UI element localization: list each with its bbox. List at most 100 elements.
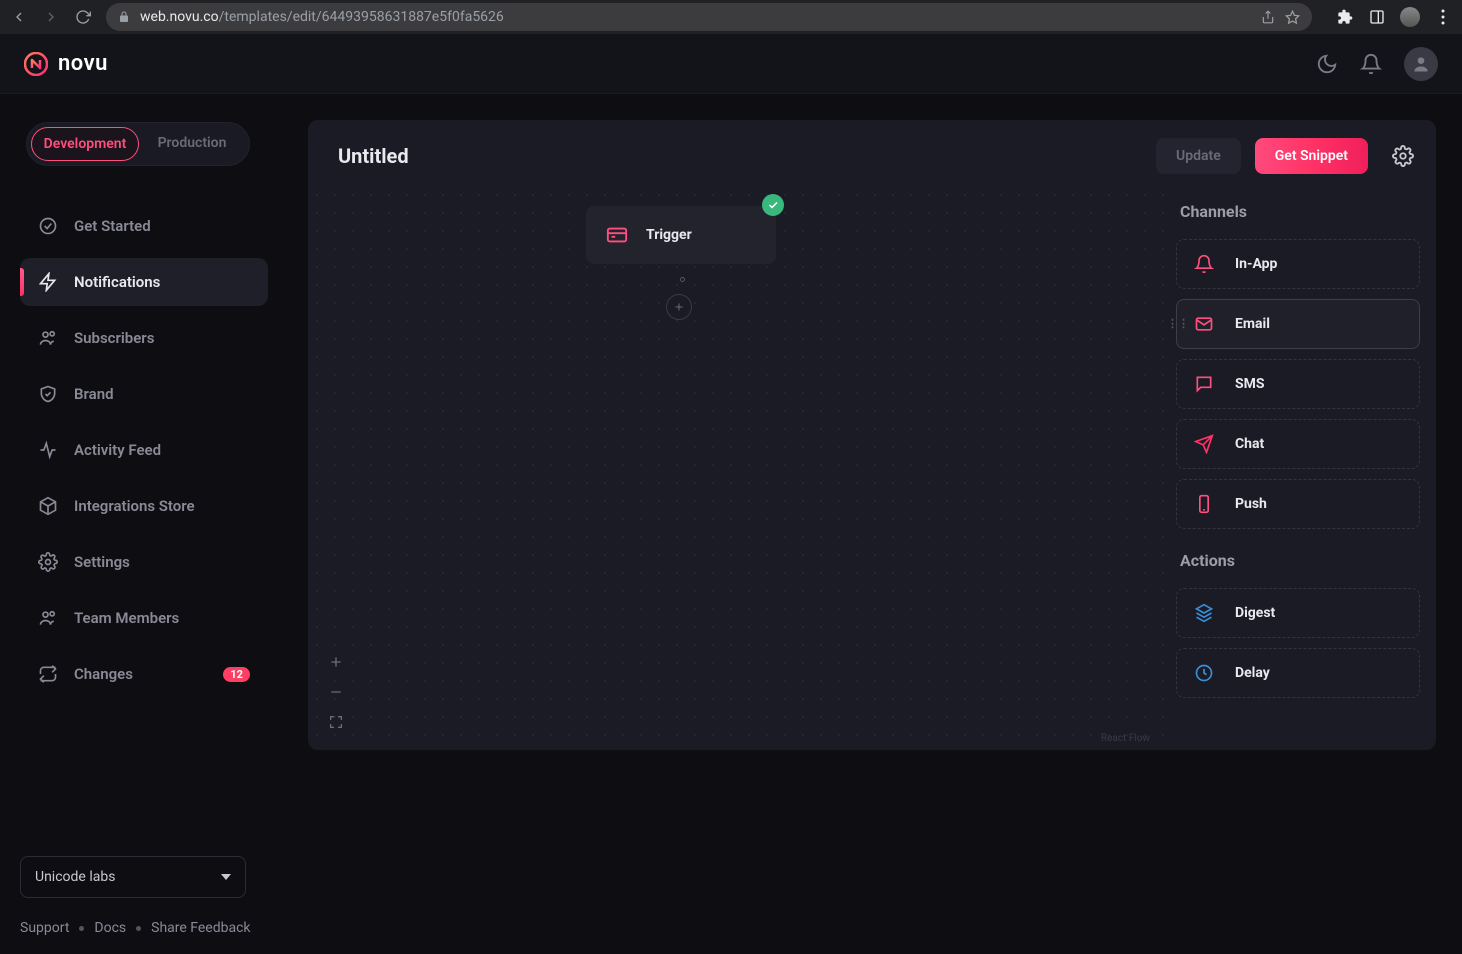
separator-dot	[136, 926, 141, 931]
sidebar-item-integrations-store[interactable]: Integrations Store	[20, 482, 268, 530]
logo[interactable]: novu	[24, 51, 108, 76]
sidebar-item-label: Settings	[74, 553, 130, 571]
sidebar-item-team-members[interactable]: Team Members	[20, 594, 268, 642]
sidebar-item-settings[interactable]: Settings	[20, 538, 268, 586]
shield-icon	[38, 384, 58, 404]
sidebar: Development Production Get Started Notif…	[0, 94, 288, 954]
sidebar-item-label: Brand	[74, 385, 114, 403]
drag-grip-icon: ⋮⋮	[1167, 322, 1189, 326]
action-digest[interactable]: Digest	[1176, 588, 1420, 638]
bell-icon	[1193, 253, 1215, 275]
browser-url-bar[interactable]: web.novu.co/templates/edit/6449395863188…	[106, 3, 1312, 31]
channel-label: SMS	[1235, 376, 1265, 392]
box-icon	[38, 496, 58, 516]
sidebar-item-subscribers[interactable]: Subscribers	[20, 314, 268, 362]
fullscreen-button[interactable]	[326, 712, 346, 732]
logo-text: novu	[58, 51, 108, 76]
chat-bubble-icon	[1193, 373, 1215, 395]
lock-icon	[118, 11, 130, 23]
users-icon	[38, 328, 58, 348]
env-production[interactable]: Production	[139, 127, 245, 161]
activity-icon	[38, 440, 58, 460]
check-circle-icon	[38, 216, 58, 236]
action-label: Digest	[1235, 605, 1275, 621]
react-flow-attribution: React Flow	[1101, 733, 1150, 744]
trigger-node[interactable]: Trigger	[586, 206, 776, 264]
mobile-icon	[1193, 493, 1215, 515]
sidebar-item-changes[interactable]: Changes 12	[20, 650, 268, 698]
gear-icon	[38, 552, 58, 572]
browser-menu-icon[interactable]	[1434, 8, 1452, 26]
zoom-out-button[interactable]	[326, 682, 346, 702]
send-icon	[1193, 433, 1215, 455]
browser-reload-button[interactable]	[74, 8, 92, 26]
org-name: Unicode labs	[35, 869, 115, 885]
actions-heading: Actions	[1180, 551, 1420, 570]
feedback-link[interactable]: Share Feedback	[151, 920, 250, 936]
sidebar-item-label: Subscribers	[74, 329, 154, 347]
trigger-icon	[606, 224, 628, 246]
steps-panel: Channels In-App ⋮⋮ Email SMS	[1164, 186, 1436, 750]
workflow-canvas: Untitled Update Get Snippet Trigger	[308, 120, 1436, 750]
channel-sms[interactable]: SMS	[1176, 359, 1420, 409]
user-avatar[interactable]	[1404, 47, 1438, 81]
channel-label: In-App	[1235, 256, 1277, 272]
organization-select[interactable]: Unicode labs	[20, 856, 246, 898]
browser-profile-avatar[interactable]	[1400, 7, 1420, 27]
sidebar-item-label: Get Started	[74, 217, 151, 235]
settings-gear-icon[interactable]	[1392, 145, 1414, 167]
sidebar-item-label: Changes	[74, 665, 133, 683]
channel-label: Email	[1235, 316, 1270, 332]
changes-badge: 12	[223, 667, 250, 682]
channel-label: Push	[1235, 496, 1267, 512]
channels-heading: Channels	[1180, 202, 1420, 221]
sidebar-item-activity-feed[interactable]: Activity Feed	[20, 426, 268, 474]
browser-forward-button[interactable]	[42, 8, 60, 26]
connector-dot	[680, 277, 685, 282]
separator-dot	[79, 926, 84, 931]
browser-chrome: web.novu.co/templates/edit/6449395863188…	[0, 0, 1462, 34]
sidebar-item-get-started[interactable]: Get Started	[20, 202, 268, 250]
extensions-icon[interactable]	[1336, 8, 1354, 26]
sidebar-item-label: Notifications	[74, 273, 160, 291]
team-icon	[38, 608, 58, 628]
action-label: Delay	[1235, 665, 1270, 681]
channel-push[interactable]: Push	[1176, 479, 1420, 529]
trigger-label: Trigger	[646, 227, 692, 243]
caret-down-icon	[221, 872, 231, 882]
trigger-status-badge	[762, 194, 784, 216]
theme-toggle-icon[interactable]	[1316, 53, 1338, 75]
bolt-icon	[38, 272, 58, 292]
docs-link[interactable]: Docs	[94, 920, 126, 936]
share-icon[interactable]	[1261, 10, 1275, 24]
add-step-button[interactable]	[666, 294, 692, 320]
browser-back-button[interactable]	[10, 8, 28, 26]
environment-switch: Development Production	[26, 122, 250, 166]
app-header: novu	[0, 34, 1462, 94]
sidebar-item-brand[interactable]: Brand	[20, 370, 268, 418]
sync-icon	[38, 664, 58, 684]
workflow-title[interactable]: Untitled	[338, 144, 1142, 168]
notifications-bell-icon[interactable]	[1360, 53, 1382, 75]
update-button[interactable]: Update	[1156, 138, 1241, 174]
sidebar-item-label: Activity Feed	[74, 441, 161, 459]
get-snippet-button[interactable]: Get Snippet	[1255, 138, 1368, 174]
flow-area[interactable]: Trigger React Flow	[308, 186, 1164, 750]
channel-email[interactable]: ⋮⋮ Email	[1176, 299, 1420, 349]
star-icon[interactable]	[1285, 10, 1300, 25]
support-link[interactable]: Support	[20, 920, 69, 936]
logo-mark-icon	[24, 52, 48, 76]
channel-in-app[interactable]: In-App	[1176, 239, 1420, 289]
channel-label: Chat	[1235, 436, 1264, 452]
zoom-in-button[interactable]	[326, 652, 346, 672]
env-development[interactable]: Development	[31, 127, 139, 161]
action-delay[interactable]: Delay	[1176, 648, 1420, 698]
channel-chat[interactable]: Chat	[1176, 419, 1420, 469]
panel-icon[interactable]	[1368, 8, 1386, 26]
sidebar-item-label: Integrations Store	[74, 497, 195, 515]
mail-icon	[1193, 313, 1215, 335]
layers-icon	[1193, 602, 1215, 624]
sidebar-item-notifications[interactable]: Notifications	[20, 258, 268, 306]
clock-icon	[1193, 662, 1215, 684]
url-text: web.novu.co/templates/edit/6449395863188…	[140, 9, 504, 25]
